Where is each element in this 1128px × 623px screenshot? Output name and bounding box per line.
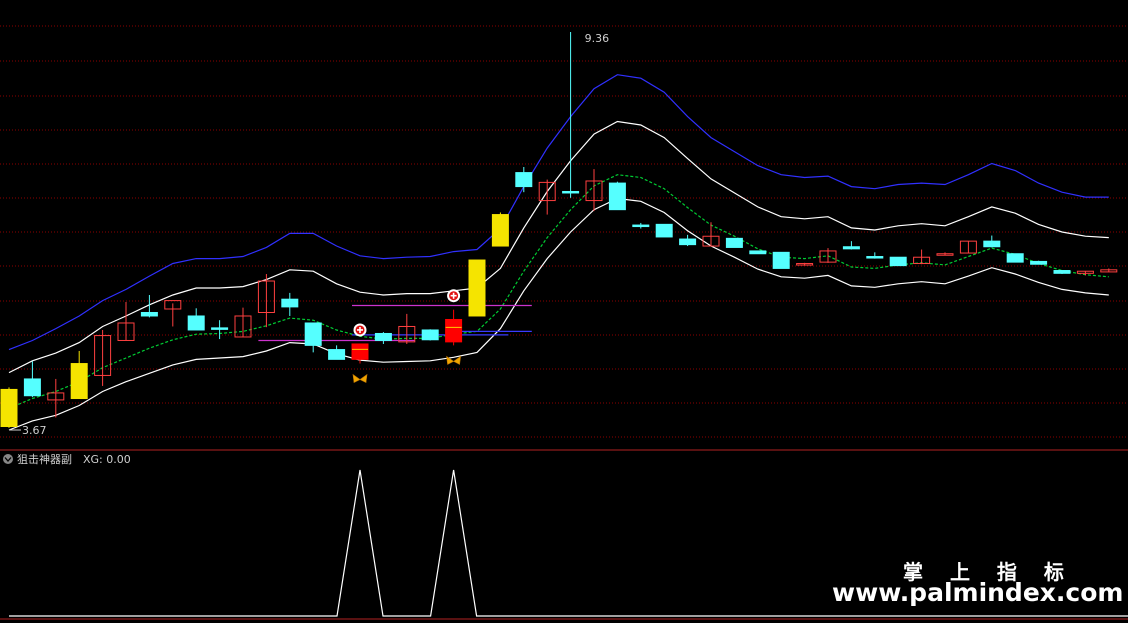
candle-body [421, 329, 439, 341]
candle-body [562, 190, 580, 194]
indicator-name: 狙击神器副 [17, 452, 72, 466]
candle [819, 248, 837, 263]
candle-body [515, 172, 533, 188]
candle [913, 249, 931, 265]
indicator-header: 狙击神器副 XG: 0.00 [3, 452, 131, 466]
candle-body [679, 238, 697, 246]
band-lower-line [8, 197, 1109, 431]
candle [70, 350, 88, 400]
candle [47, 378, 65, 418]
candle [257, 274, 275, 328]
candle [936, 252, 954, 256]
candle [866, 252, 884, 259]
candle [445, 309, 463, 346]
candle [398, 313, 416, 344]
candle [281, 292, 299, 316]
reference-lines [258, 304, 532, 342]
candle [23, 361, 41, 398]
high-price-label: 9.36 [585, 32, 610, 45]
candle-body [655, 223, 673, 238]
watermark-url: www.palmindex.com [832, 578, 1124, 607]
candle [983, 235, 1001, 248]
candle [164, 300, 182, 327]
candle [468, 259, 486, 317]
candle-body [983, 240, 1001, 248]
candle-body [608, 182, 626, 211]
butterfly-icon [352, 373, 368, 384]
price-grid [0, 25, 1128, 438]
candle [1053, 270, 1071, 275]
candle [585, 169, 603, 212]
candle-body [468, 259, 486, 317]
candle-body [632, 224, 650, 228]
candle-body [1030, 260, 1048, 265]
candle-body [725, 237, 743, 248]
candle [842, 241, 860, 250]
candle [421, 329, 439, 341]
candle [1076, 270, 1094, 276]
indicator-value: XG: 0.00 [83, 453, 131, 466]
candle-body [140, 311, 158, 317]
band-dashed-line [8, 174, 1109, 409]
candle [374, 332, 392, 344]
candle [0, 387, 18, 428]
candle-body [491, 214, 509, 247]
candle-body [866, 256, 884, 259]
candle-body [374, 332, 392, 341]
candle-body [328, 349, 346, 360]
candle [655, 223, 673, 238]
candle-body [842, 246, 860, 250]
candle [491, 212, 509, 247]
candle [632, 222, 650, 229]
candle [304, 322, 322, 353]
candle [140, 295, 158, 318]
candle [889, 256, 907, 267]
candle-body [772, 251, 790, 269]
candle-body [889, 256, 907, 267]
candle [562, 159, 580, 198]
candle [959, 240, 977, 254]
collapse-icon[interactable] [3, 454, 13, 464]
main-chart: 9.36 3.67 狙击神器副 XG: 0.00 [0, 25, 1128, 620]
candle [772, 251, 790, 269]
candle-body [1053, 270, 1071, 274]
candle-body [749, 250, 767, 255]
candle [1030, 260, 1048, 265]
candle [187, 308, 205, 331]
low-price-label: 3.67 [22, 424, 47, 437]
candle [211, 320, 229, 340]
candle-body [187, 315, 205, 331]
candle [725, 237, 743, 248]
candle [1006, 253, 1024, 263]
candle-body [1006, 253, 1024, 263]
candle [234, 307, 252, 338]
band-upper-line [8, 74, 1109, 351]
candle-body [23, 378, 41, 397]
price-bands [8, 74, 1109, 431]
candle [1100, 268, 1118, 273]
candle-body [304, 322, 322, 346]
candle [796, 262, 814, 266]
candle-body [0, 388, 18, 428]
candle [679, 234, 697, 247]
candle-body [70, 363, 88, 400]
candlesticks [0, 159, 1118, 428]
candle-body [445, 318, 463, 343]
candle [328, 345, 346, 360]
candle [749, 250, 767, 255]
candle-body [351, 343, 369, 360]
candle [94, 329, 112, 386]
candle [608, 181, 626, 211]
candle-body [281, 298, 299, 308]
candle-body [211, 327, 229, 330]
candle [515, 166, 533, 193]
